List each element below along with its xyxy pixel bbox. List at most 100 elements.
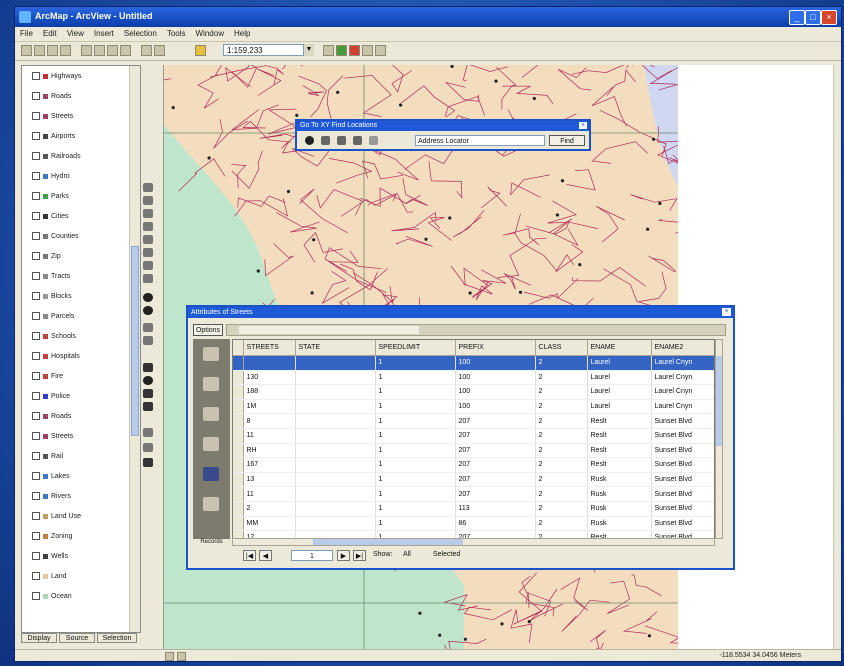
table-horizontal-scrollbar[interactable] <box>232 538 715 546</box>
layer-item[interactable]: Roads <box>32 92 71 101</box>
layer-item[interactable]: Fire <box>32 372 63 381</box>
layer-checkbox[interactable] <box>32 472 40 480</box>
record-number-field[interactable]: 1 <box>291 550 333 561</box>
layer-checkbox[interactable] <box>32 72 40 80</box>
flash-icon[interactable] <box>337 136 346 145</box>
paste-icon[interactable] <box>107 45 118 56</box>
add-data-icon[interactable] <box>195 45 206 56</box>
arctoolbox-icon[interactable] <box>336 45 347 56</box>
next-record-button[interactable]: ▶ <box>337 550 350 561</box>
close-icon[interactable]: × <box>722 308 731 316</box>
layer-checkbox[interactable] <box>32 552 40 560</box>
back-icon[interactable] <box>143 261 153 270</box>
hyperlink-icon[interactable] <box>143 428 153 437</box>
layer-checkbox[interactable] <box>32 392 40 400</box>
brush-icon[interactable] <box>203 347 219 361</box>
layer-item[interactable]: Highways <box>32 72 81 81</box>
cut-icon[interactable] <box>81 45 92 56</box>
layer-checkbox[interactable] <box>32 452 40 460</box>
find-button[interactable]: Find <box>549 135 585 146</box>
title-bar[interactable]: ArcMap - ArcView - Untitled _ □ × <box>15 7 841 27</box>
layer-checkbox[interactable] <box>32 92 40 100</box>
show-all-button[interactable]: All <box>403 551 411 558</box>
layer-item[interactable]: Police <box>32 392 70 401</box>
layer-checkbox[interactable] <box>32 492 40 500</box>
editor-icon[interactable] <box>323 45 334 56</box>
map-scale-field[interactable]: 1:159,233 <box>223 44 313 56</box>
layer-item[interactable]: Streets <box>32 112 73 121</box>
layout-view-icon[interactable] <box>165 652 174 661</box>
layer-checkbox[interactable] <box>32 312 40 320</box>
minimize-button[interactable]: _ <box>789 10 805 25</box>
layer-checkbox[interactable] <box>32 192 40 200</box>
layer-checkbox[interactable] <box>32 252 40 260</box>
layer-item[interactable]: Counties <box>32 232 79 241</box>
find-icon[interactable] <box>143 389 153 398</box>
row-selector[interactable] <box>233 457 244 473</box>
layer-item[interactable]: Zoning <box>32 532 72 541</box>
save-icon[interactable] <box>47 45 58 56</box>
layer-checkbox[interactable] <box>32 532 40 540</box>
layer-item[interactable]: Wells <box>32 552 68 561</box>
layer-checkbox[interactable] <box>32 592 40 600</box>
layer-checkbox[interactable] <box>32 172 40 180</box>
table-row[interactable]: 130 1 100 2 Laurel Laurel Cnyn <box>233 370 714 386</box>
zoom-in-icon[interactable] <box>143 183 153 192</box>
data-view-icon[interactable] <box>177 652 186 661</box>
layer-checkbox[interactable] <box>32 152 40 160</box>
globe-icon[interactable] <box>143 306 153 315</box>
row-selector[interactable] <box>233 472 244 488</box>
wrench-icon[interactable] <box>203 377 219 391</box>
layer-item[interactable]: Railroads <box>32 152 81 161</box>
tab-source[interactable]: Source <box>59 633 95 643</box>
redo-icon[interactable] <box>154 45 165 56</box>
layer-item[interactable]: Tracts <box>32 272 70 281</box>
column-header[interactable]: ENAME <box>587 340 652 356</box>
clear-selection-icon[interactable] <box>143 336 153 345</box>
select-elements-icon[interactable] <box>143 363 153 372</box>
row-selector[interactable] <box>233 428 244 444</box>
layer-item[interactable]: Hydro <box>32 172 70 181</box>
tab-selection[interactable]: Selection <box>97 633 137 643</box>
layer-item[interactable]: Ocean <box>32 592 72 601</box>
undo-icon[interactable] <box>141 45 152 56</box>
close-icon[interactable]: × <box>579 122 587 129</box>
menu-help[interactable]: Help <box>229 27 255 40</box>
layer-checkbox[interactable] <box>32 372 40 380</box>
print-icon[interactable] <box>60 45 71 56</box>
forward-icon[interactable] <box>143 274 153 283</box>
layer-item[interactable]: Streets <box>32 432 73 441</box>
fixed-zoom-out-icon[interactable] <box>143 222 153 231</box>
table-row[interactable]: 13 1 207 2 Rusk Sunset Blvd <box>233 472 714 488</box>
globe-icon[interactable] <box>305 136 314 145</box>
column-header[interactable]: CLASS <box>535 340 588 356</box>
column-header[interactable]: ENAME2 <box>651 340 714 356</box>
open-icon[interactable] <box>34 45 45 56</box>
select-features-icon[interactable] <box>143 323 153 332</box>
copy-icon[interactable] <box>94 45 105 56</box>
toc-scrollbar[interactable] <box>129 66 140 632</box>
layer-item[interactable]: Parks <box>32 192 69 201</box>
column-header[interactable]: STREETS <box>243 340 296 356</box>
model-builder-icon[interactable] <box>362 45 373 56</box>
menu-view[interactable]: View <box>62 27 89 40</box>
row-selector[interactable] <box>233 384 244 400</box>
globe-icon[interactable] <box>143 293 153 302</box>
attributes-title[interactable]: Attributes of Streets <box>188 307 733 318</box>
options-button[interactable]: Options <box>193 324 223 336</box>
layer-checkbox[interactable] <box>32 332 40 340</box>
table-row[interactable]: 1M 1 100 2 Laurel Laurel Cnyn <box>233 399 714 415</box>
layer-checkbox[interactable] <box>32 572 40 580</box>
table-row[interactable]: 8 1 207 2 Reslt Sunset Blvd <box>233 413 714 429</box>
layer-checkbox[interactable] <box>32 132 40 140</box>
layer-checkbox[interactable] <box>32 232 40 240</box>
row-selector[interactable] <box>233 413 244 429</box>
layer-checkbox[interactable] <box>32 352 40 360</box>
layer-item[interactable]: Rivers <box>32 492 71 501</box>
chevron-down-icon[interactable]: ▼ <box>303 44 314 56</box>
layer-item[interactable]: Zip <box>32 252 61 261</box>
layer-item[interactable]: Land <box>32 572 67 581</box>
last-record-button[interactable]: ▶| <box>353 550 366 561</box>
layer-item[interactable]: Rail <box>32 452 63 461</box>
column-header[interactable]: PREFIX <box>455 340 536 356</box>
